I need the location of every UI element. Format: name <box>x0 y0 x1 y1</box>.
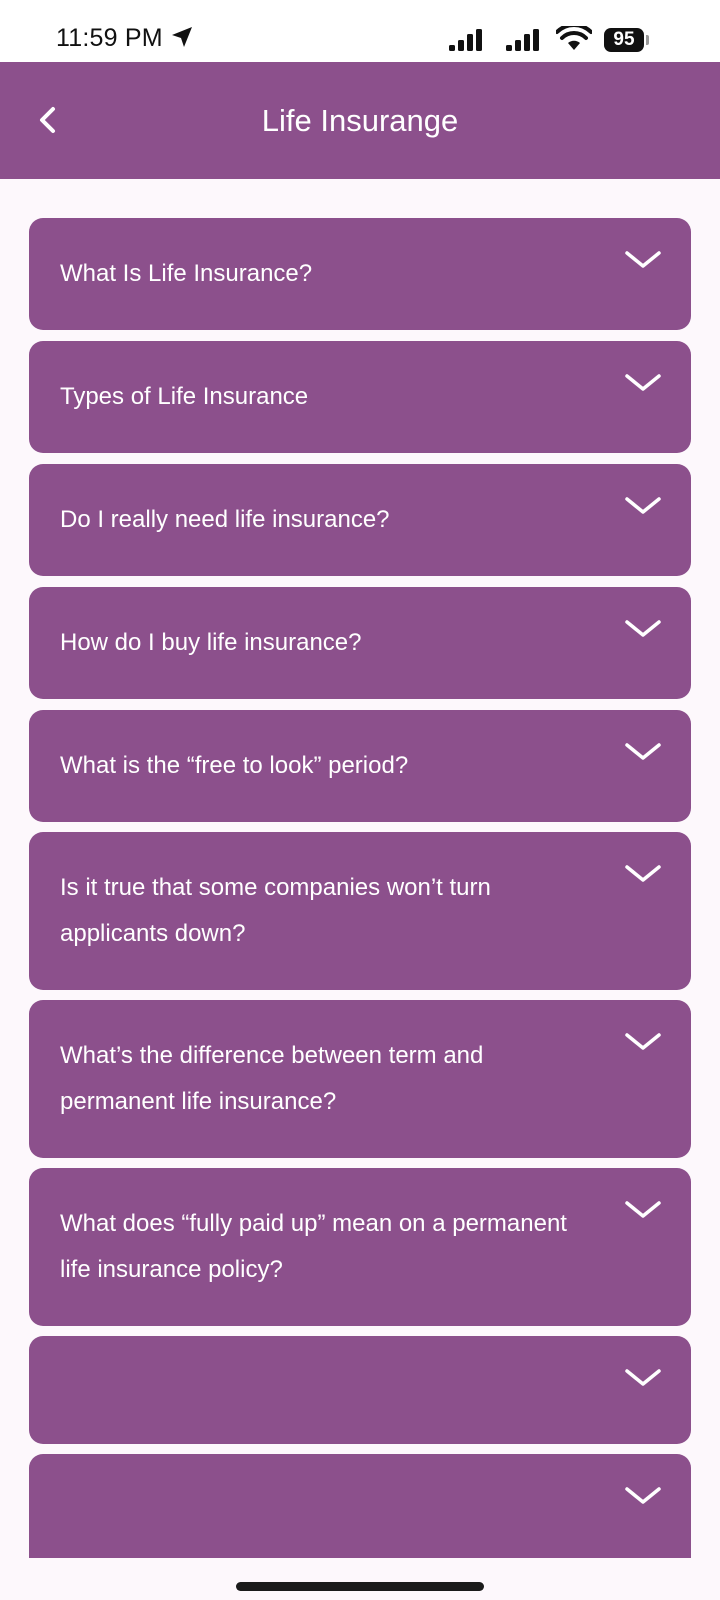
faq-item[interactable]: What Is Life Insurance? <box>29 218 691 330</box>
home-indicator[interactable] <box>236 1582 484 1591</box>
status-time: 11:59 PM <box>56 24 163 52</box>
page-title: Life Insurange <box>261 103 459 138</box>
chevron-down-icon[interactable] <box>623 617 663 641</box>
faq-question: Do I really need life insurance? <box>60 506 390 533</box>
location-arrow-icon <box>172 27 192 47</box>
signal-icon <box>506 29 539 51</box>
faq-question: What is the “free to look” period? <box>60 752 409 779</box>
chevron-down-icon[interactable] <box>623 1030 663 1054</box>
faq-item[interactable]: What is the “free to look” period? <box>29 710 691 822</box>
wifi-icon <box>556 26 592 50</box>
faq-question: Is it true that some companies won’t tur… <box>60 874 491 947</box>
faq-item[interactable]: Is it true that some companies won’t tur… <box>29 832 691 990</box>
signal-icon <box>449 29 482 51</box>
chevron-down-icon[interactable] <box>623 494 663 518</box>
faq-question: What’s the difference between term and p… <box>60 1042 484 1115</box>
chevron-down-icon[interactable] <box>623 862 663 886</box>
faq-item[interactable]: What’s the difference between term and p… <box>29 1000 691 1158</box>
faq-question: Types of Life Insurance <box>60 383 309 410</box>
battery-tip <box>646 35 649 45</box>
faq-item[interactable]: Do I really need life insurance? <box>29 464 691 576</box>
faq-question: What does “fully paid up” mean on a perm… <box>60 1210 567 1283</box>
faq-item[interactable]: Types of Life Insurance <box>29 341 691 453</box>
battery-icon: 95 <box>604 28 644 52</box>
faq-question: How do I buy life insurance? <box>60 629 362 656</box>
battery-level: 95 <box>613 29 635 50</box>
chevron-down-icon[interactable] <box>623 248 663 272</box>
chevron-down-icon[interactable] <box>623 1366 663 1390</box>
faq-question: What Is Life Insurance? <box>60 260 313 287</box>
faq-item[interactable] <box>29 1336 691 1444</box>
faq-item[interactable]: How do I buy life insurance? <box>29 587 691 699</box>
status-bar: 11:59 PM 95 <box>0 0 720 62</box>
app-bar: Life Insurange <box>0 62 720 179</box>
chevron-left-icon <box>40 107 55 133</box>
chevron-down-icon[interactable] <box>623 1198 663 1222</box>
back-button[interactable] <box>26 98 70 142</box>
faq-item[interactable] <box>29 1454 691 1558</box>
chevron-down-icon[interactable] <box>623 371 663 395</box>
faq-item[interactable]: What does “fully paid up” mean on a perm… <box>29 1168 691 1326</box>
chevron-down-icon[interactable] <box>623 1484 663 1508</box>
chevron-down-icon[interactable] <box>623 740 663 764</box>
